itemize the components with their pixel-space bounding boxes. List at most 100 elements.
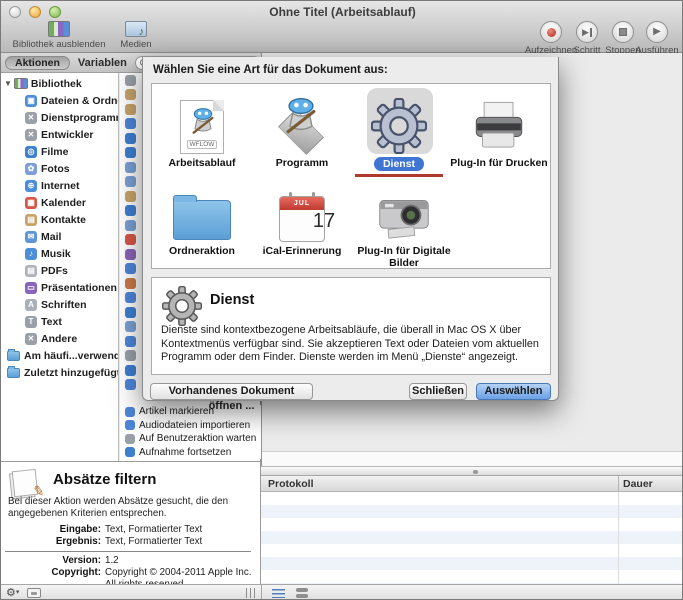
sidebar-item[interactable]: A Schriften	[1, 296, 118, 313]
action-icon	[125, 205, 136, 216]
tab-variablen[interactable]: Variablen	[78, 57, 127, 69]
log-column-dauer[interactable]: Dauer	[623, 478, 653, 490]
action-icon	[125, 118, 136, 129]
open-existing-document-button[interactable]: Vorhandenes Dokument öffnen ...	[150, 383, 313, 400]
action-icon	[125, 249, 136, 260]
type-plugin-drucken[interactable]: Plug-In für Drucken	[449, 92, 549, 169]
category-icon: ▤	[25, 214, 37, 226]
printer-icon	[471, 98, 527, 154]
media-button[interactable]: Medien	[111, 21, 161, 50]
info-field-row: Eingabe: Text, Formatierter Text	[1, 524, 255, 536]
smart-folder-icon	[7, 351, 20, 361]
folder-icon	[173, 200, 231, 240]
sidebar-item-bibliothek[interactable]: ▼ Bibliothek	[1, 75, 118, 92]
toggle-info-panel-button[interactable]	[27, 588, 41, 598]
type-arbeitsablauf[interactable]: WFLOW Arbeitsablauf	[152, 92, 252, 169]
action-info-panel: ✎ Absätze filtern Bei dieser Aktion werd…	[1, 461, 261, 584]
action-icon	[125, 350, 136, 361]
step-button[interactable]: ▶ Schritt	[568, 21, 606, 56]
sidebar-item[interactable]: ✿ Fotos	[1, 160, 118, 177]
sidebar-item[interactable]: ⊕ Internet	[1, 177, 118, 194]
category-icon: ✿	[25, 163, 37, 175]
log-column-protokoll[interactable]: Protokoll	[268, 478, 314, 490]
action-icon	[125, 307, 136, 318]
sidebar-item[interactable]: ◎ Filme	[1, 143, 118, 160]
sidebar-item[interactable]: ✉ Mail	[1, 228, 118, 245]
log-column-divider	[618, 476, 619, 492]
choose-button[interactable]: Auswählen	[476, 383, 551, 400]
run-button[interactable]: ▶ Ausführen	[633, 21, 681, 56]
hide-library-button[interactable]: Bibliothek ausblenden	[7, 21, 111, 50]
sidebar-smart-folder[interactable]: Zuletzt hinzugefügt	[1, 364, 118, 381]
sidebar-item[interactable]: T Text	[1, 313, 118, 330]
selected-type-label: Dienst	[374, 157, 424, 171]
log-splitter[interactable]	[261, 466, 683, 476]
type-ordneraktion[interactable]: Ordneraktion	[152, 180, 252, 257]
workflow-document-icon: WFLOW	[180, 100, 224, 154]
window-title: Ohne Titel (Arbeitsablauf)	[1, 5, 683, 19]
log-table-body[interactable]	[261, 492, 683, 584]
action-icon	[125, 379, 136, 390]
category-icon: ▤	[25, 265, 37, 277]
action-menu-button[interactable]: ⚙▾	[6, 586, 19, 599]
log-table-header: Protokoll Dauer	[261, 476, 683, 492]
disclosure-triangle-icon[interactable]: ▼	[4, 79, 12, 88]
category-icon: T	[25, 316, 37, 328]
sidebar-item[interactable]: ▭ Präsentationen	[1, 279, 118, 296]
action-icon	[125, 434, 135, 444]
sidebar-smart-folder[interactable]: Am häufi...verwendet	[1, 347, 118, 364]
category-icon: A	[25, 299, 37, 311]
list-view-icon[interactable]	[272, 589, 285, 598]
action-icon	[125, 75, 136, 86]
calendar-icon: JUL 17	[279, 196, 325, 242]
right-bottom-bar	[261, 584, 683, 600]
sidebar-item[interactable]: ♪ Musik	[1, 245, 118, 262]
sidebar-item[interactable]: ▤ PDFs	[1, 262, 118, 279]
action-icon	[125, 133, 136, 144]
type-dienst-selected[interactable]: Dienst	[349, 92, 449, 177]
action-row[interactable]: Aufnahme fortsetzen	[120, 446, 261, 460]
type-ical-erinnerung[interactable]: JUL 17 iCal-Erinnerung	[252, 180, 352, 257]
type-plugin-digitale-bilder[interactable]: Plug-In für Digitale Bilder	[349, 180, 459, 269]
sidebar-item[interactable]: ✕ Andere	[1, 330, 118, 347]
sidebar-item[interactable]: ▤ Kontakte	[1, 211, 118, 228]
action-icon	[125, 104, 136, 115]
sidebar-item[interactable]: ▣ Dateien & Ordner	[1, 92, 118, 109]
sidebar-item[interactable]: ✕ Entwickler	[1, 126, 118, 143]
media-icon	[125, 21, 147, 37]
category-icon: ▣	[25, 95, 37, 107]
close-sheet-button[interactable]: Schließen	[409, 383, 467, 400]
document-type-grid: WFLOW Arbeitsablauf	[151, 83, 551, 269]
application-robot-icon	[257, 92, 347, 154]
sheet-button-row: Vorhandenes Dokument öffnen ... Schließe…	[143, 383, 558, 401]
action-row[interactable]: Auf Benutzeraktion warten	[120, 432, 261, 446]
stop-icon	[612, 21, 634, 43]
library-icon	[14, 78, 28, 89]
action-icon	[125, 365, 136, 376]
action-icon	[125, 234, 136, 245]
service-gear-small-icon	[162, 286, 202, 326]
run-icon: ▶	[646, 21, 668, 43]
robot-icon	[187, 105, 219, 139]
left-bottom-bar: ⚙▾	[1, 584, 261, 600]
sheet-title: Wählen Sie eine Art für das Dokument aus…	[153, 64, 388, 76]
type-programm[interactable]: Programm	[252, 92, 352, 169]
info-meta-fields: Version: 1.2 Copyright: Copyright © 2004…	[1, 555, 255, 584]
tab-aktionen[interactable]: Aktionen	[5, 56, 70, 70]
sidebar-item[interactable]: ▦ Kalender	[1, 194, 118, 211]
library-books-icon	[48, 21, 70, 37]
info-field-row: Version: 1.2	[1, 555, 255, 567]
info-io-fields: Eingabe: Text, Formatierter Text Ergebni…	[1, 524, 255, 548]
library-sidebar: ▼ Bibliothek ▣ Dateien & Ordner ✕ Dienst…	[1, 73, 119, 461]
category-icon: ▦	[25, 197, 37, 209]
action-icon	[125, 292, 136, 303]
category-icon: ✕	[25, 129, 37, 141]
resize-grip-icon[interactable]	[246, 588, 256, 598]
info-title: Absätze filtern	[53, 471, 156, 488]
info-field-row: Ergebnis: Text, Formatierter Text	[1, 536, 255, 548]
sidebar-item[interactable]: ✕ Dienstprogramme	[1, 109, 118, 126]
description-body: Dienste sind kontextbezogene Arbeitsablä…	[161, 324, 545, 365]
stack-view-icon[interactable]	[296, 588, 308, 598]
sidebar-smart-folder-list: Am häufi...verwendet Zuletzt hinzugefügt	[1, 347, 118, 381]
action-row[interactable]: Audiodateien importieren	[120, 419, 261, 433]
